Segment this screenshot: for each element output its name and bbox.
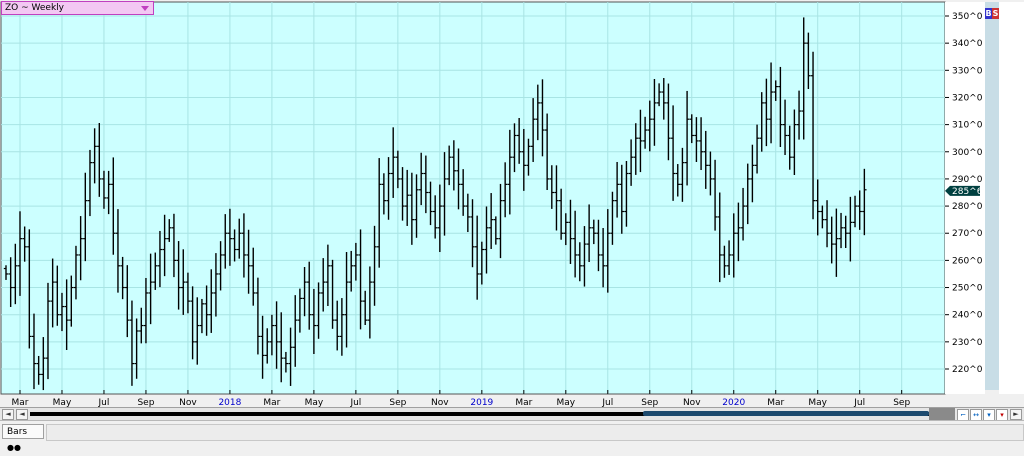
scroll-end-box[interactable]	[929, 408, 955, 420]
y-tick-label: 220^0	[952, 365, 983, 375]
y-tick-label: 260^0	[952, 256, 983, 266]
scroll-thumb[interactable]	[643, 411, 929, 416]
scroll-left-button[interactable]: ◄	[16, 409, 28, 420]
y-tick-label: 350^0	[952, 12, 983, 22]
symbol-label: ZO ~ Weekly	[5, 3, 64, 13]
tab-bars-label: Bars	[7, 427, 28, 437]
tab-strip	[46, 424, 1024, 441]
scroll-right-button[interactable]: ►	[1010, 409, 1022, 420]
y-tick-label: 230^0	[952, 338, 983, 348]
right-margin	[999, 2, 1024, 394]
y-tick-label: 270^0	[952, 229, 983, 239]
y-tick-label: 330^0	[952, 66, 983, 76]
y-tick-label: 300^0	[952, 148, 983, 158]
price-chart: 220^0 230^0 240^0 250^0 260^0 270^0 280^0 290^0…	[0, 1, 1024, 408]
price-axis-strip	[985, 2, 999, 390]
sell-indicator-badge[interactable]: S	[992, 8, 999, 19]
y-tick-label: 310^0	[952, 121, 983, 131]
chain-links-icon: ●●	[7, 443, 21, 452]
status-bar: Bars ●●	[0, 420, 1024, 452]
y-tick-label: 250^0	[952, 284, 983, 294]
last-price-marker: 285^6	[945, 185, 983, 197]
scroll-start-button[interactable]: ◄	[2, 409, 14, 420]
chevron-down-icon[interactable]	[141, 6, 149, 11]
symbol-selector[interactable]: ZO ~ Weekly	[1, 1, 154, 15]
horizontal-scrollbar[interactable]: ◄ ◄ ⌐ ↔ ▾ ▾ ►	[0, 407, 1024, 421]
y-tick-label: 340^0	[952, 39, 983, 49]
buy-indicator-badge[interactable]: B	[985, 8, 992, 19]
y-tick-label: 240^0	[952, 311, 983, 321]
price-axis[interactable]	[945, 2, 985, 394]
tab-bars[interactable]: Bars ●●	[2, 424, 44, 452]
y-tick-label: 280^0	[952, 202, 983, 212]
y-tick-label: 320^0	[952, 93, 983, 103]
last-price-label: 285^6	[952, 187, 983, 197]
y-tick-label: 290^0	[952, 175, 983, 185]
